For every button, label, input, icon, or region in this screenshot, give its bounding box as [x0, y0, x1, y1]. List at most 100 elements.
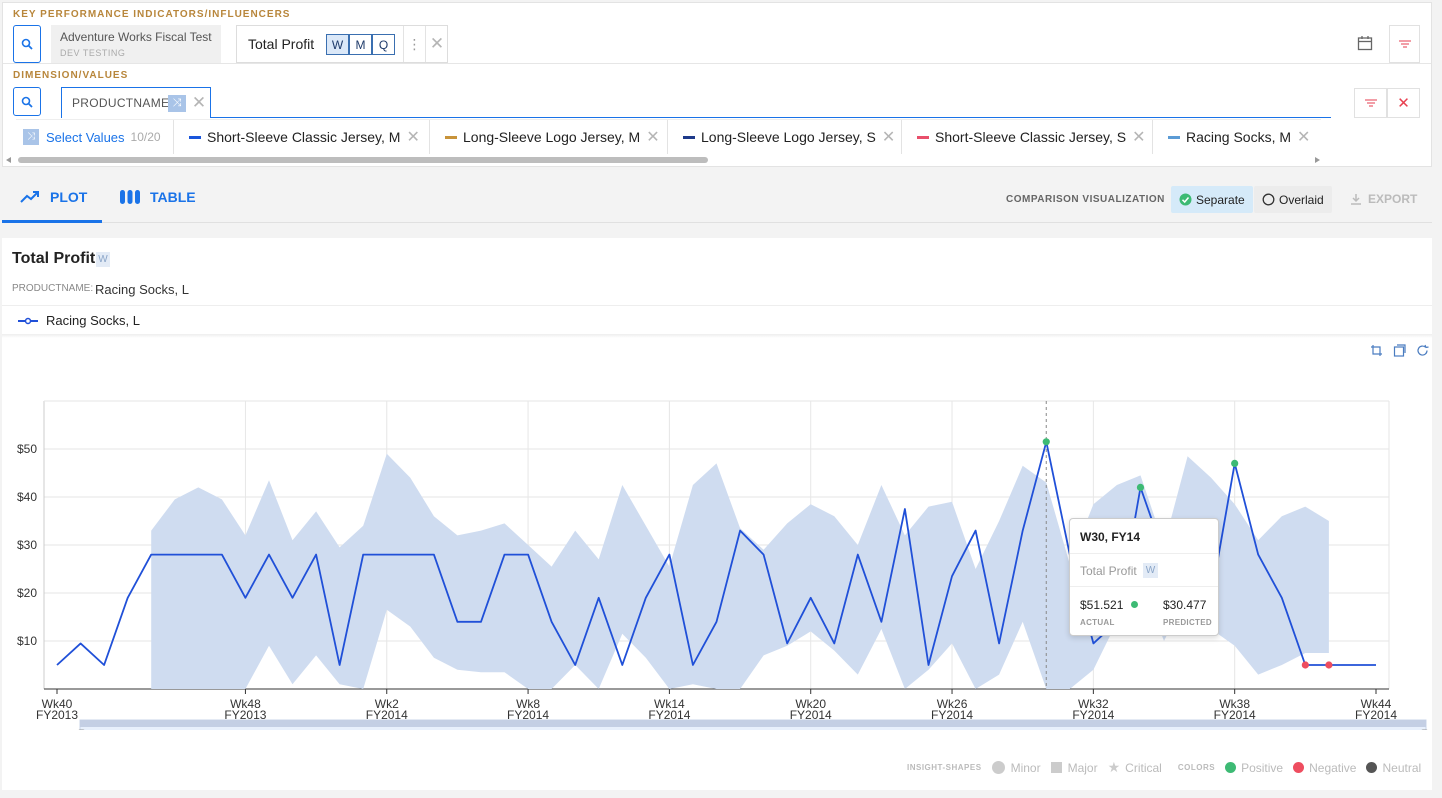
insight-shapes-label: INSIGHT-SHAPES: [907, 763, 982, 772]
tab-plot[interactable]: PLOT: [20, 186, 87, 208]
dataset-selector[interactable]: Adventure Works Fiscal Test DEV TESTING: [51, 25, 221, 63]
value-remove-icon[interactable]: ✕: [882, 127, 895, 147]
zoom-reset-icon[interactable]: [1393, 344, 1407, 358]
value-chip[interactable]: Racing Socks, M ✕: [1153, 120, 1321, 154]
select-values-button[interactable]: ⤨ Select Values 10/20: [16, 120, 174, 154]
kpi-more-menu-icon[interactable]: ⋮: [403, 26, 425, 62]
period-month-button[interactable]: M: [349, 34, 372, 55]
values-row: ⤨ Select Values 10/20 Short-Sleeve Class…: [16, 119, 1321, 154]
select-values-count: 10/20: [130, 130, 161, 144]
dataset-name: Adventure Works Fiscal Test: [60, 30, 212, 44]
dimension-search-button[interactable]: [13, 87, 41, 116]
divider: [2, 334, 1432, 338]
scroll-right-icon[interactable]: [1315, 157, 1320, 163]
value-remove-icon[interactable]: ✕: [1297, 127, 1310, 147]
chart-legend-item[interactable]: Racing Socks, L: [18, 313, 140, 328]
overlaid-toggle[interactable]: Overlaid: [1254, 186, 1332, 213]
tooltip-title: W30, FY14: [1080, 530, 1141, 544]
value-remove-icon[interactable]: ✕: [646, 127, 659, 147]
major-label: Major: [1067, 760, 1098, 775]
values-scrollbar[interactable]: [6, 156, 1322, 164]
insight-legend: INSIGHT-SHAPES Minor Major ★ Critical CO…: [907, 759, 1421, 776]
shuffle-icon[interactable]: ⤨: [168, 95, 186, 112]
positive-label: Positive: [1241, 760, 1284, 775]
tabs-divider: [2, 222, 1432, 223]
value-chip[interactable]: Long-Sleeve Logo Jersey, M ✕: [430, 120, 668, 154]
value-swatch: [683, 135, 695, 139]
dimension-name: PRODUCTNAME: [72, 96, 170, 110]
chart-tooltip: W30, FY14 Total Profit W $51.521 $30.477…: [1069, 518, 1219, 636]
y-tick-label: $50: [17, 442, 37, 456]
divider: [3, 63, 1431, 64]
dimension-remove-icon[interactable]: ✕: [189, 93, 209, 113]
scrollbar-thumb[interactable]: [18, 157, 708, 163]
separate-toggle[interactable]: Separate: [1171, 186, 1253, 213]
tooltip-actual-label: ACTUAL: [1080, 618, 1115, 627]
tab-table[interactable]: TABLE: [119, 186, 196, 208]
kpi-clear-filter-button[interactable]: [1389, 25, 1420, 63]
tooltip-actual: $51.521: [1080, 598, 1124, 612]
insight-point-negative[interactable]: [1301, 661, 1309, 669]
colors-label: COLORS: [1177, 763, 1216, 772]
comparison-label: COMPARISON VISUALIZATION: [1006, 194, 1165, 205]
select-values-label: Select Values: [46, 129, 125, 145]
value-chip[interactable]: Long-Sleeve Logo Jersey, S ✕: [668, 120, 902, 154]
dimension-close-icon[interactable]: ✕: [1387, 88, 1420, 118]
divider: [1070, 553, 1218, 554]
neutral-color-icon: [1366, 762, 1378, 773]
export-label: EXPORT: [1368, 192, 1418, 206]
dimension-clear-filter-button[interactable]: [1354, 88, 1387, 118]
navigator-scrollbar[interactable]: [80, 720, 1426, 727]
minor-shape-icon: [991, 761, 1005, 774]
refresh-icon[interactable]: [1416, 344, 1430, 358]
tooltip-predicted-label: PREDICTED: [1163, 618, 1212, 627]
line-chart[interactable]: $10$20$30$40$50Wk40FY2013Wk48FY2013Wk2FY…: [0, 390, 1442, 730]
positive-dot-icon: [1131, 601, 1138, 608]
download-icon: [1351, 194, 1361, 205]
scroll-left-icon[interactable]: [6, 157, 11, 163]
y-tick-label: $20: [17, 586, 37, 600]
major-shape-icon: [1050, 762, 1062, 773]
insight-point-positive[interactable]: [1136, 483, 1145, 491]
tab-plot-label: PLOT: [50, 189, 88, 205]
columns-icon: [120, 190, 140, 204]
dataset-subtitle: DEV TESTING: [60, 48, 126, 58]
insight-point-positive[interactable]: [1042, 438, 1050, 446]
clear-filter-icon: [1364, 99, 1377, 107]
period-badge: W: [96, 252, 110, 267]
tooltip-metric: Total Profit: [1080, 564, 1137, 578]
value-remove-icon[interactable]: ✕: [1132, 127, 1145, 147]
insight-point-negative[interactable]: [1325, 661, 1333, 669]
insight-point-positive[interactable]: [1231, 459, 1239, 467]
value-chip[interactable]: Short-Sleeve Classic Jersey, S ✕: [902, 120, 1153, 154]
negative-label: Negative: [1309, 760, 1357, 775]
tooltip-predicted: $30.477: [1163, 598, 1207, 612]
tooltip-badge: W: [1143, 563, 1158, 578]
tab-plot-indicator: [2, 220, 102, 223]
value-label: Short-Sleeve Classic Jersey, M: [207, 129, 401, 145]
value-chip[interactable]: Short-Sleeve Classic Jersey, M ✕: [174, 120, 430, 154]
y-tick-label: $10: [17, 634, 37, 648]
filter-key: PRODUCTNAME:: [12, 283, 94, 294]
value-label: Racing Socks, M: [1186, 129, 1292, 145]
search-icon: [21, 38, 33, 50]
value-swatch: [189, 135, 201, 139]
minor-label: Minor: [1010, 760, 1041, 775]
positive-color-icon: [1225, 762, 1237, 773]
value-label: Long-Sleeve Logo Jersey, S: [701, 129, 876, 145]
divider: [1070, 586, 1218, 587]
kpi-search-button[interactable]: [13, 25, 41, 63]
trending-up-icon: [20, 191, 39, 203]
critical-label: Critical: [1125, 760, 1162, 775]
value-remove-icon[interactable]: ✕: [406, 127, 419, 147]
export-button[interactable]: EXPORT: [1350, 192, 1417, 206]
calendar-icon[interactable]: [1352, 30, 1378, 56]
dimension-underline: [211, 117, 1331, 118]
clear-filter-icon: [1398, 40, 1411, 48]
neutral-label: Neutral: [1382, 760, 1422, 775]
kpi-remove-icon[interactable]: ✕: [425, 26, 448, 62]
search-icon: [21, 96, 33, 108]
period-week-button[interactable]: W: [326, 34, 349, 55]
zoom-icon[interactable]: [1370, 344, 1384, 358]
period-quarter-button[interactable]: Q: [372, 34, 395, 55]
